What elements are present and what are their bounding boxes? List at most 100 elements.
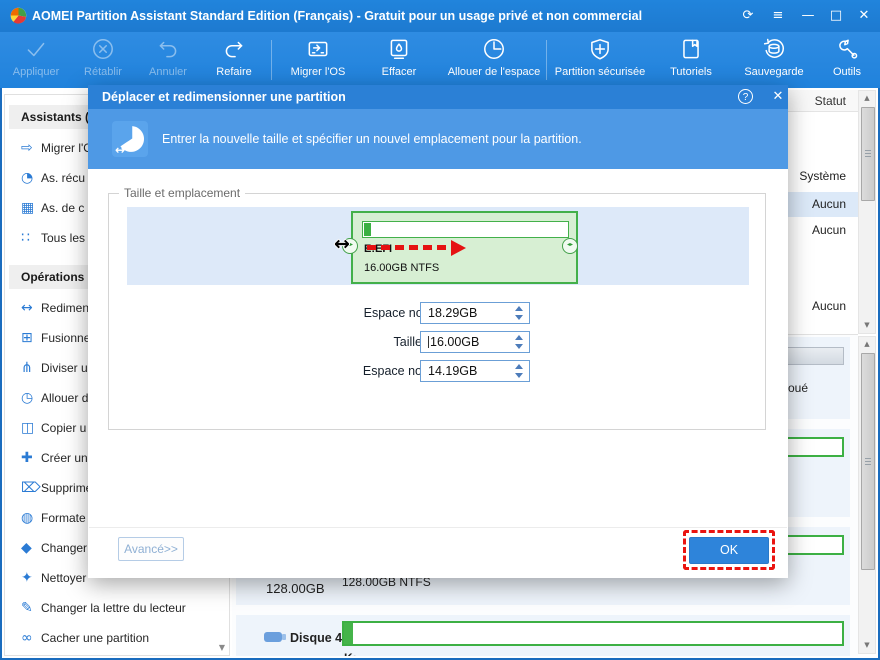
list-scrollbar[interactable]: ▲ ▼ xyxy=(858,90,876,334)
toolbar: Appliquer Rétablir Annuler Refaire Migre… xyxy=(0,32,880,88)
table-row[interactable]: Aucun xyxy=(812,222,846,238)
sidebar-item-label: As. de c xyxy=(41,201,85,215)
scrollbar-thumb[interactable] xyxy=(861,107,875,201)
sidebar-item-hide-partition[interactable]: ∞ Cacher une partition xyxy=(5,623,229,653)
spin-up-icon xyxy=(515,335,523,340)
scroll-up-icon[interactable]: ▲ xyxy=(859,337,875,352)
dialog-close-icon[interactable]: ✕ xyxy=(768,85,788,109)
secure-partition-button[interactable]: Partition sécurisée xyxy=(552,36,648,86)
move-cursor-icon: ↔ xyxy=(334,233,350,255)
drag-direction-arrowhead xyxy=(451,240,466,256)
plus-icon: ✚ xyxy=(21,450,33,466)
toolbar-label: Migrer l'OS xyxy=(290,66,346,78)
close-icon[interactable]: ✕ xyxy=(850,0,878,32)
toolbar-label: Outils xyxy=(832,66,862,78)
copy-icon: ◫ xyxy=(21,420,35,436)
unallocated-after-input[interactable]: 14.19GB xyxy=(420,360,530,382)
undo-button[interactable]: Annuler xyxy=(136,36,200,86)
sidebar-item-change-drive-letter[interactable]: ✎ Changer la lettre du lecteur xyxy=(5,593,229,623)
dialog-banner: ↔ Entrer la nouvelle taille et spécifier… xyxy=(88,109,788,169)
partition-size-input[interactable]: 16.00GB xyxy=(420,331,530,353)
glasses-icon: ∞ xyxy=(21,630,33,646)
spinner[interactable] xyxy=(512,363,526,379)
minimize-icon[interactable]: — xyxy=(794,0,822,32)
dialog-title: Déplacer et redimensionner une partition xyxy=(102,90,346,104)
sidebar-item-label: Cacher une partition xyxy=(41,631,150,645)
help-icon[interactable]: ? xyxy=(738,89,753,104)
maximize-icon[interactable]: □ xyxy=(822,0,850,32)
discard-button[interactable]: Rétablir xyxy=(72,36,134,86)
dialog-banner-text: Entrer la nouvelle taille et spécifier u… xyxy=(162,132,582,146)
disks-scrollbar[interactable]: ▲ ▼ xyxy=(858,336,876,654)
scroll-up-icon[interactable]: ▲ xyxy=(859,91,875,106)
sidebar-item-label: Créer un xyxy=(41,451,88,465)
partition-bar[interactable] xyxy=(342,621,844,646)
apply-button[interactable]: Appliquer xyxy=(2,36,70,86)
scroll-down-icon[interactable]: ▼ xyxy=(859,318,875,333)
dialog-footer-separator xyxy=(89,527,787,528)
table-row[interactable]: Aucun xyxy=(812,298,846,314)
advanced-button[interactable]: Avancé>> xyxy=(118,537,184,561)
sidebar-item-label: Diviser u xyxy=(41,361,88,375)
spin-down-icon xyxy=(515,315,523,320)
database-sync-icon xyxy=(734,36,814,66)
migrate-os-button[interactable]: Migrer l'OS xyxy=(280,36,356,86)
field-value: 16.00GB xyxy=(430,335,480,349)
toolbar-label: Appliquer xyxy=(12,66,60,78)
resize-partition-dialog: Déplacer et redimensionner une partition… xyxy=(88,85,788,578)
ok-button[interactable]: OK xyxy=(689,536,769,564)
disk-name: Disque 4 xyxy=(290,631,343,645)
scroll-down-icon[interactable]: ▼ xyxy=(859,638,875,653)
sidebar-item-label: Changer xyxy=(41,541,88,555)
refresh-icon[interactable]: ⟳ xyxy=(734,0,762,32)
tools-button[interactable]: Outils xyxy=(818,36,876,86)
right-resize-handle[interactable]: ◂▸ xyxy=(562,238,578,254)
spin-up-icon xyxy=(515,364,523,369)
drive-wipe-icon xyxy=(362,36,436,66)
field-value: 14.19GB xyxy=(428,364,478,378)
sidebar-item-label: Nettoyer xyxy=(41,571,87,585)
toolbar-separator xyxy=(271,40,272,80)
sidebar-item-label: Redimen xyxy=(41,301,90,315)
spinner[interactable] xyxy=(512,305,526,321)
scrollbar-thumb[interactable] xyxy=(861,353,875,570)
format-icon: ◍ xyxy=(21,510,34,526)
wrench-icon xyxy=(818,36,876,66)
partition-usage-fill xyxy=(364,223,371,236)
unallocated-label: oué xyxy=(788,381,809,395)
aomei-logo-icon xyxy=(10,7,27,24)
resize-partition-icon: ↔ xyxy=(112,121,148,157)
migrate-os-icon: ⇨ xyxy=(21,140,33,156)
pie-recover-icon: ◔ xyxy=(21,170,34,186)
toolbar-label: Effacer xyxy=(381,66,417,78)
disk-size-label: 128.00GB xyxy=(266,581,325,596)
unallocated-before-input[interactable]: 18.29GB xyxy=(420,302,530,324)
drive-arrow-icon xyxy=(280,36,356,66)
groupbox-label: Taille et emplacement xyxy=(119,186,246,200)
backup-button[interactable]: Sauvegarde xyxy=(734,36,814,86)
sidebar-item-label: Tous les xyxy=(41,231,86,245)
check-icon xyxy=(2,36,70,66)
sidebar-item-label: Changer la lettre du lecteur xyxy=(41,601,186,615)
toolbar-label: Sauvegarde xyxy=(744,66,804,78)
allocate-space-button[interactable]: Allouer de l'espace xyxy=(442,36,546,86)
table-row[interactable]: Aucun xyxy=(812,196,846,212)
wipe-button[interactable]: Effacer xyxy=(362,36,436,86)
spinner[interactable] xyxy=(512,334,526,350)
sidebar-item-label: Copier u xyxy=(41,421,87,435)
ok-annotation-box: OK xyxy=(683,530,775,570)
grid-icon: ▦ xyxy=(21,200,35,216)
disk-panel[interactable]: Disque 4 K: xyxy=(236,615,850,656)
partition-usage-bar xyxy=(362,221,569,238)
table-row[interactable]: Système xyxy=(799,168,846,184)
menu-icon[interactable]: ≡ xyxy=(764,0,792,32)
book-icon xyxy=(654,36,728,66)
sidebar-item-label: Allouer d xyxy=(41,391,89,405)
usb-disk-icon xyxy=(264,632,286,642)
redo-button[interactable]: Refaire xyxy=(202,36,266,86)
clean-icon: ✦ xyxy=(21,570,33,586)
sidebar-scroll-down-icon[interactable]: ▼ xyxy=(219,643,225,652)
text-caret xyxy=(428,336,429,348)
tutorials-button[interactable]: Tutoriels xyxy=(654,36,728,86)
split-icon: ⋔ xyxy=(21,360,33,376)
